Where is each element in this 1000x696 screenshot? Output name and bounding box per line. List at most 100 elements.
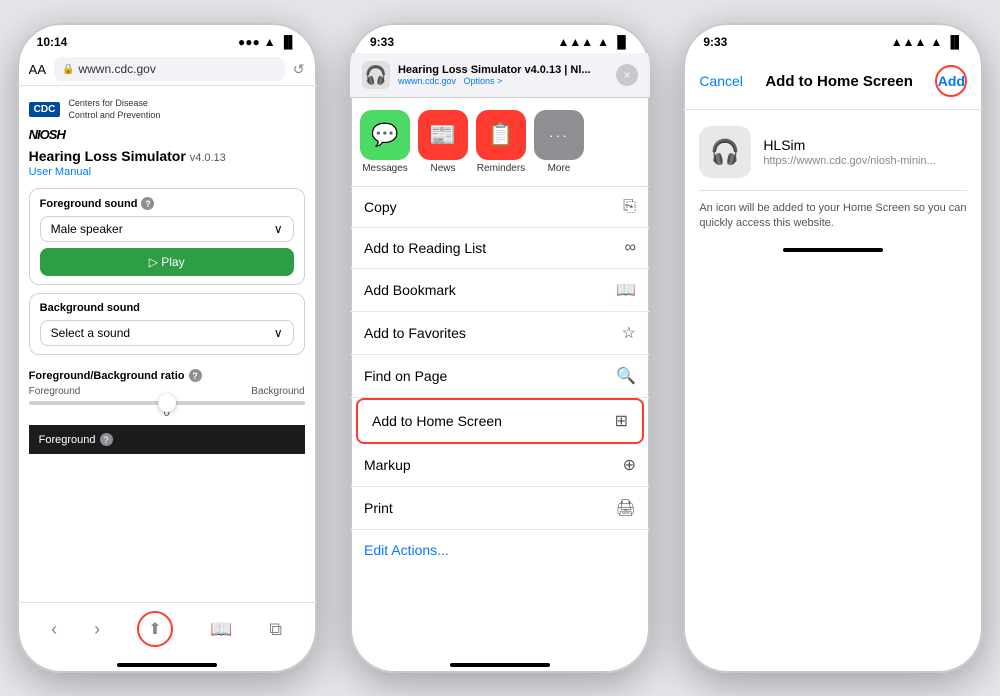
action-markup[interactable]: Markup ⊕ xyxy=(350,444,650,487)
reading-list-icon: ∞ xyxy=(625,239,636,257)
add-home-header: Cancel Add to Home Screen Add xyxy=(683,53,983,110)
status-icons-2: ▲▲▲ ▲ ▐▌ xyxy=(557,35,630,49)
share-button[interactable]: ⬆ xyxy=(137,611,173,647)
sheet-close-button[interactable]: × xyxy=(616,64,638,86)
action-reading-list[interactable]: Add to Reading List ∞ xyxy=(350,228,650,269)
phone3-add-home: 9:33 ▲▲▲ ▲ ▐▌ Cancel Add to Home Screen … xyxy=(683,23,983,673)
app-info: HLSim https://wwwn.cdc.gov/niosh-minin..… xyxy=(763,137,935,167)
signal-icon-3: ▲▲▲ xyxy=(891,35,927,49)
sheet-site-name: Hearing Loss Simulator v4.0.13 | Nl... xyxy=(398,64,608,76)
status-bar-1: 10:14 ●●● ▲ ▐▌ xyxy=(17,23,317,53)
foreground-bar: Foreground ? xyxy=(29,425,305,454)
chevron-down-icon: ∨ xyxy=(274,222,283,236)
reload-button[interactable]: ↺ xyxy=(293,61,305,78)
find-icon: 🔍 xyxy=(616,366,636,386)
share-apps-row: 💬 Messages 📰 News 📋 Reminders ··· More xyxy=(350,98,650,187)
niosh-logo: NIOSH xyxy=(29,127,305,142)
app-name: HLSim xyxy=(763,137,935,153)
cdc-logo: CDC xyxy=(29,102,61,117)
phone1-browser: 10:14 ●●● ▲ ▐▌ AA 🔒 wwwn.cdc.gov ↺ CDC C… xyxy=(17,23,317,673)
sheet-site-url: wwwn.cdc.gov Options > xyxy=(398,76,608,86)
version-text: v4.0.13 xyxy=(190,152,226,164)
battery-icon-2: ▐▌ xyxy=(613,35,630,49)
sheet-favicon: 🎧 xyxy=(362,61,390,89)
favicon-icon: 🎧 xyxy=(365,65,387,86)
bookmarks-button[interactable]: 📖 xyxy=(210,619,232,640)
share-app-messages[interactable]: 💬 Messages xyxy=(360,110,410,174)
add-home-content: 🎧 HLSim https://wwwn.cdc.gov/niosh-minin… xyxy=(683,110,983,248)
cdc-header: CDC Centers for DiseaseControl and Preve… xyxy=(29,98,305,121)
ratio-section: Foreground/Background ratio ? Foreground… xyxy=(29,363,305,425)
cdc-org-text: Centers for DiseaseControl and Preventio… xyxy=(68,98,160,121)
edit-actions[interactable]: Edit Actions... xyxy=(350,530,650,572)
add-button[interactable]: Add xyxy=(935,65,967,97)
home-indicator xyxy=(117,663,217,667)
share-app-reminders[interactable]: 📋 Reminders xyxy=(476,110,526,174)
cancel-button[interactable]: Cancel xyxy=(699,73,743,89)
aa-button[interactable]: AA xyxy=(29,62,46,77)
foreground-dropdown[interactable]: Male speaker ∨ xyxy=(40,216,294,242)
tabs-button[interactable]: ⧉ xyxy=(269,619,282,640)
background-group: Background sound Select a sound ∨ xyxy=(29,293,305,355)
foreground-group: Foreground sound ? Male speaker ∨ ▷ Play xyxy=(29,188,305,285)
browser-bar: AA 🔒 wwwn.cdc.gov ↺ xyxy=(17,53,317,86)
share-app-news[interactable]: 📰 News xyxy=(418,110,468,174)
back-button[interactable]: ‹ xyxy=(51,619,57,640)
options-link[interactable]: Options > xyxy=(464,76,503,86)
share-app-more[interactable]: ··· More xyxy=(534,110,584,174)
url-text: wwwn.cdc.gov xyxy=(78,62,155,76)
home-indicator-2 xyxy=(450,663,550,667)
status-time-2: 9:33 xyxy=(370,35,394,49)
status-icons-3: ▲▲▲ ▲ ▐▌ xyxy=(891,35,964,49)
reminders-icon: 📋 xyxy=(476,110,526,160)
foreground-label: Foreground sound ? xyxy=(40,197,294,210)
action-bookmark[interactable]: Add Bookmark 📖 xyxy=(350,269,650,312)
battery-icon-3: ▐▌ xyxy=(946,35,963,49)
more-icon: ··· xyxy=(534,110,584,160)
app-icon-preview: 🎧 xyxy=(699,126,751,178)
signal-icon: ●●● xyxy=(238,35,260,49)
play-button[interactable]: ▷ Play xyxy=(40,248,294,276)
messages-icon: 💬 xyxy=(360,110,410,160)
wifi-icon: ▲ xyxy=(264,35,276,49)
home-indicator-3 xyxy=(783,248,883,252)
messages-label: Messages xyxy=(362,163,408,174)
sheet-site-info: Hearing Loss Simulator v4.0.13 | Nl... w… xyxy=(398,64,608,86)
action-print[interactable]: Print 🖨 xyxy=(350,487,650,530)
background-dropdown[interactable]: Select a sound ∨ xyxy=(40,320,294,346)
action-copy[interactable]: Copy ⎘ xyxy=(350,187,650,228)
ratio-slider[interactable] xyxy=(29,401,305,405)
share-icon: ⬆ xyxy=(148,619,161,639)
app-url: https://wwwn.cdc.gov/niosh-minin... xyxy=(763,155,935,167)
url-bar[interactable]: 🔒 wwwn.cdc.gov xyxy=(54,57,285,81)
lock-icon: 🔒 xyxy=(62,64,74,75)
action-favorites[interactable]: Add to Favorites ☆ xyxy=(350,312,650,355)
status-icons-1: ●●● ▲ ▐▌ xyxy=(238,35,297,49)
copy-icon: ⎘ xyxy=(623,198,636,216)
action-add-home-screen[interactable]: Add to Home Screen ⊞ xyxy=(356,398,644,444)
ratio-help-icon[interactable]: ? xyxy=(189,369,202,382)
markup-icon: ⊕ xyxy=(623,455,636,475)
favorites-icon: ☆ xyxy=(622,323,636,343)
background-label: Background sound xyxy=(40,302,294,314)
sheet-actions-list: Copy ⎘ Add to Reading List ∞ Add Bookmar… xyxy=(350,187,650,663)
browser-toolbar: ‹ › ⬆ 📖 ⧉ xyxy=(17,602,317,663)
foreground-bar-help-icon[interactable]: ? xyxy=(100,433,113,446)
add-home-description: An icon will be added to your Home Scree… xyxy=(699,201,967,232)
wifi-icon-2: ▲ xyxy=(597,35,609,49)
add-home-title: Add to Home Screen xyxy=(765,73,913,90)
browser-content: CDC Centers for DiseaseControl and Preve… xyxy=(17,86,317,602)
action-find[interactable]: Find on Page 🔍 xyxy=(350,355,650,398)
add-home-icon: ⊞ xyxy=(615,411,628,431)
status-time-3: 9:33 xyxy=(703,35,727,49)
forward-button[interactable]: › xyxy=(94,619,100,640)
print-icon: 🖨 xyxy=(616,498,636,518)
page-title: Hearing Loss Simulator v4.0.13 xyxy=(29,148,305,164)
ratio-label: Foreground/Background ratio ? xyxy=(29,369,305,382)
foreground-help-icon[interactable]: ? xyxy=(141,197,154,210)
chevron-down-icon-2: ∨ xyxy=(274,326,283,340)
user-manual-link[interactable]: User Manual xyxy=(29,166,305,178)
bookmark-icon: 📖 xyxy=(616,280,636,300)
slider-thumb[interactable] xyxy=(158,394,176,412)
wifi-icon-3: ▲ xyxy=(930,35,942,49)
